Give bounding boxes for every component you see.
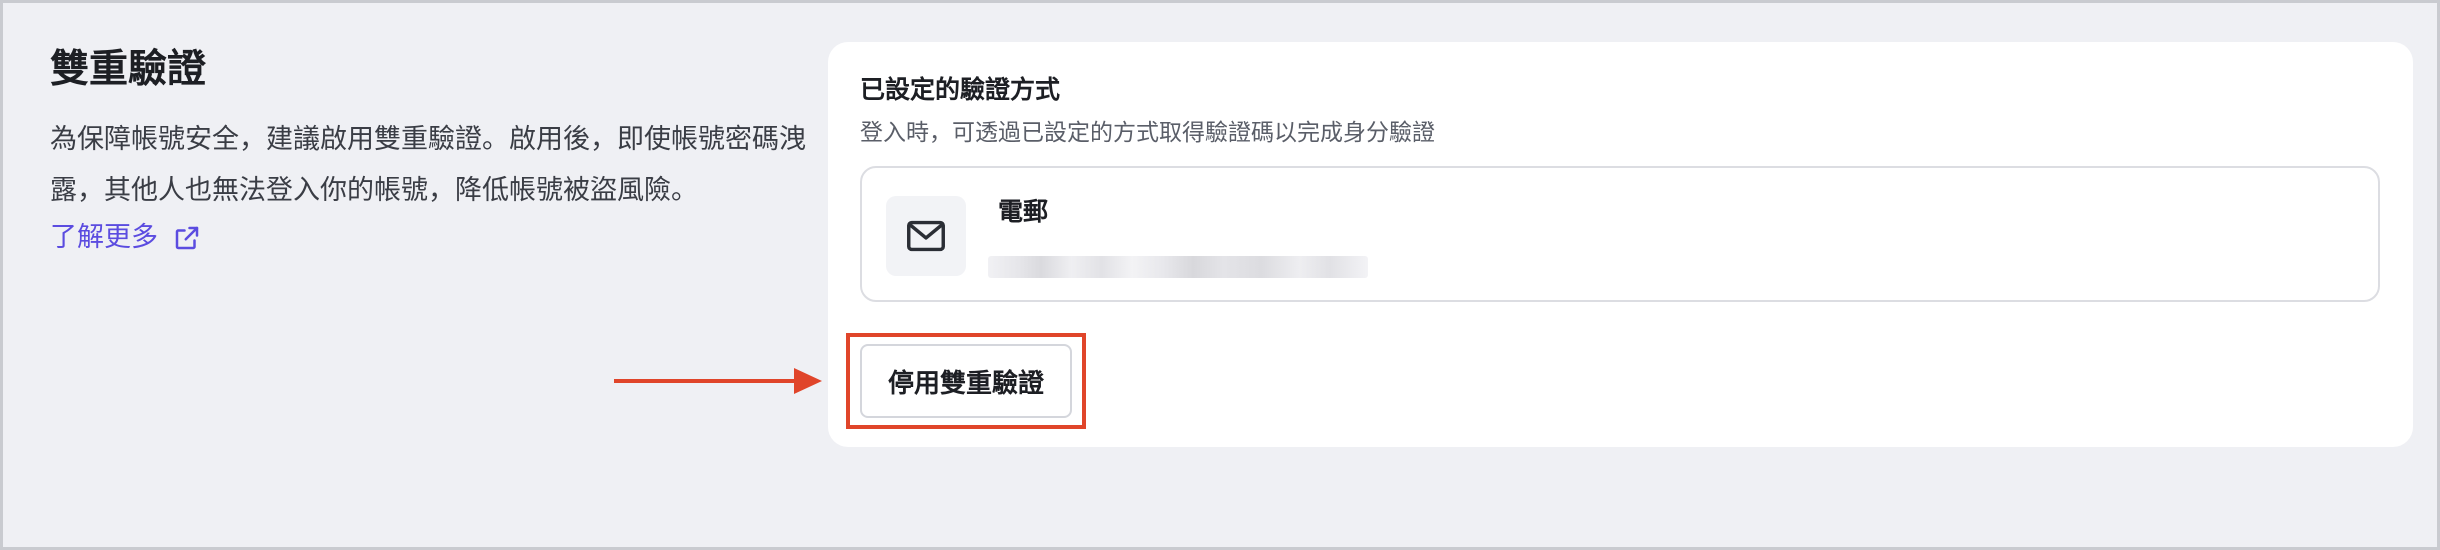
annotation-arrow [614,368,822,394]
learn-more-link[interactable]: 了解更多 [50,218,202,258]
learn-more-label: 了解更多 [50,222,158,253]
email-method-item: 電郵 [860,166,2380,302]
card-title: 已設定的驗證方式 [860,75,1061,104]
mail-icon [907,220,945,252]
method-label: 電郵 [998,197,1049,226]
section-info: 雙重驗證 為保障帳號安全，建議啟用雙重驗證。啟用後，即使帳號密碼洩露，其他人也無… [50,40,820,258]
section-title: 雙重驗證 [50,47,207,92]
disable-2fa-button[interactable]: 停用雙重驗證 [860,344,1072,418]
method-icon-container [886,196,966,276]
masked-email-value [988,256,1368,278]
external-link-icon [175,226,199,250]
section-description: 為保障帳號安全，建議啟用雙重驗證。啟用後，即使帳號密碼洩露，其他人也無法登入你的… [50,124,806,206]
card-subtitle: 登入時，可透過已設定的方式取得驗證碼以完成身分驗證 [860,120,1435,146]
